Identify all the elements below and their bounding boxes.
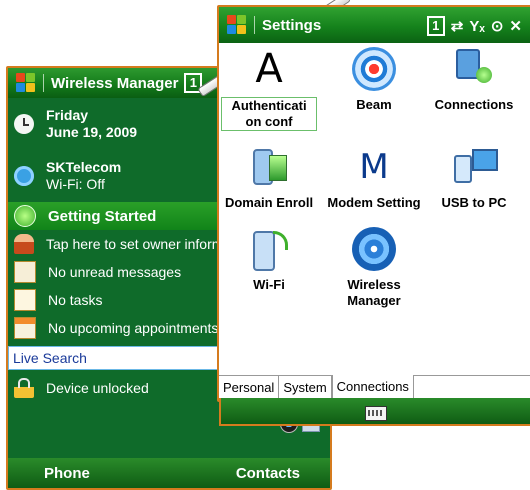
volume-icon[interactable]: ⊙ — [491, 17, 504, 35]
date-full: June 19, 2009 — [46, 124, 138, 140]
beam-item[interactable]: Beam — [326, 47, 422, 113]
authentication-conf-label: Authenticati on conf — [221, 97, 317, 131]
lock-icon — [14, 378, 34, 398]
carrier-name: SKTelecom — [46, 159, 122, 175]
clock-icon — [14, 114, 34, 134]
connections-icon — [452, 47, 496, 91]
beam-icon — [352, 47, 396, 91]
contacts-softkey[interactable]: Contacts — [236, 465, 300, 482]
tab-connections[interactable]: Connections — [331, 375, 414, 400]
messaging-icon — [14, 261, 36, 283]
getting-started-icon — [14, 205, 36, 227]
lock-status-label: Device unlocked — [46, 380, 149, 396]
wireless-icon — [14, 166, 34, 186]
today-title: Wireless Manager — [51, 74, 179, 92]
wireless-manager-icon — [352, 227, 396, 271]
modem-setting-label: Modem Setting — [327, 195, 421, 210]
domain-enroll-label: Domain Enroll — [224, 195, 314, 210]
title-separator — [43, 74, 44, 92]
connections-label: Connections — [434, 97, 514, 112]
sync-icon[interactable]: ⇄ — [451, 17, 464, 35]
tab-system[interactable]: System — [279, 376, 332, 400]
settings-window: Settings 1 ⇄ Yₓ ⊙ ✕ A Authenticati on co… — [217, 5, 530, 402]
usb-to-pc-icon — [452, 145, 498, 189]
status-icons: 1 ⇄ Yₓ ⊙ ✕ — [426, 16, 522, 36]
wifi-icon — [247, 227, 291, 271]
beam-label: Beam — [356, 97, 392, 112]
settings-title: Settings — [262, 16, 322, 34]
tasks-icon — [14, 289, 36, 311]
domain-enroll-icon — [247, 145, 291, 189]
today-softkey-bar: Phone Contacts — [8, 458, 330, 488]
appointments-label: No upcoming appointments — [48, 320, 219, 336]
owner-icon — [14, 234, 34, 254]
tasks-label: No tasks — [48, 292, 103, 308]
wireless-manager-label: Wireless Manager — [347, 277, 401, 308]
wifi-status: Wi-Fi: Off — [46, 176, 105, 192]
wifi-item[interactable]: Wi-Fi — [221, 227, 317, 293]
settings-softkey-bar — [219, 398, 530, 426]
windows-start-icon[interactable] — [227, 15, 247, 35]
letter-a-icon: A — [255, 46, 283, 92]
getting-started-label: Getting Started — [48, 207, 157, 225]
authentication-conf-item[interactable]: A Authenticati on conf — [221, 47, 317, 131]
antenna-icon[interactable]: Yₓ — [469, 18, 485, 35]
usb-to-pc-item[interactable]: USB to PC — [426, 145, 522, 211]
settings-title-bar: Settings 1 ⇄ Yₓ ⊙ ✕ — [219, 7, 530, 43]
domain-enroll-item[interactable]: Domain Enroll — [221, 145, 317, 211]
wireless-manager-item[interactable]: Wireless Manager — [326, 227, 422, 309]
connections-item[interactable]: Connections — [426, 47, 522, 113]
windows-start-icon[interactable] — [16, 73, 36, 93]
close-icon[interactable]: ✕ — [509, 17, 522, 35]
title-separator — [254, 16, 255, 34]
usb-to-pc-label: USB to PC — [441, 195, 507, 210]
date-weekday: Friday — [46, 107, 89, 123]
phone-softkey[interactable]: Phone — [44, 465, 90, 482]
signal-icon[interactable]: 1 — [426, 16, 445, 36]
wifi-label: Wi-Fi — [253, 277, 285, 292]
calendar-icon — [14, 317, 36, 339]
messages-label: No unread messages — [48, 264, 182, 280]
keyboard-icon[interactable] — [365, 406, 387, 421]
tab-personal[interactable]: Personal — [219, 376, 280, 400]
letter-m-icon: M — [359, 147, 389, 187]
modem-setting-item[interactable]: M Modem Setting — [326, 145, 422, 211]
